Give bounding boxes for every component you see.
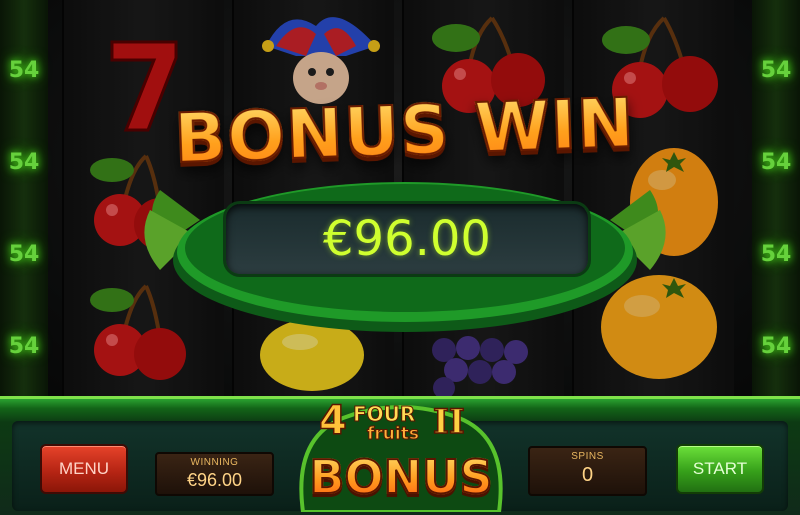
- logo-roman-numeral: II: [432, 401, 465, 443]
- winning-display: WINNING €96.00: [155, 452, 274, 496]
- winning-label: WINNING: [190, 457, 239, 468]
- start-button[interactable]: START: [676, 444, 764, 494]
- spins-value: 0: [581, 464, 594, 486]
- menu-button[interactable]: MENU: [40, 444, 128, 494]
- logo-word-fruits: fruits: [367, 424, 420, 445]
- bonus-win-title: BONUS WIN: [163, 83, 646, 201]
- bonus-win-amount: €96.00: [226, 204, 588, 274]
- logo-word-bonus: BONUS: [293, 449, 509, 505]
- reels-area: 54 54 54 54 54 54 54 54 BONUS WIN €96.00: [0, 0, 800, 400]
- logo-number: 4: [318, 397, 347, 445]
- logo-word-four: FOUR: [352, 402, 416, 427]
- game-logo: 4 FOUR fruits II BONUS: [283, 397, 519, 512]
- spins-label: SPINS: [571, 451, 604, 462]
- spins-display: SPINS 0: [528, 446, 647, 496]
- winning-value: €96.00: [186, 470, 243, 490]
